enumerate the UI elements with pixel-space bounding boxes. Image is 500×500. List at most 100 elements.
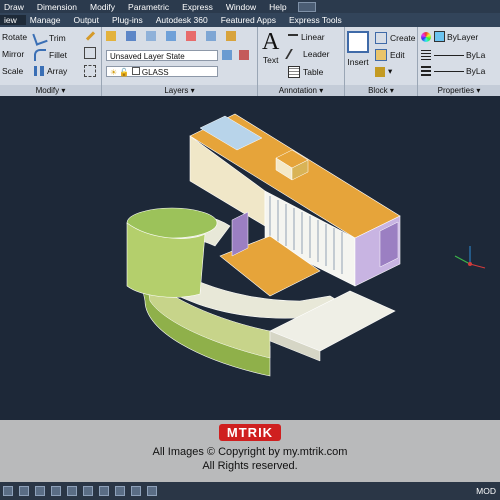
scale-label: Scale	[2, 66, 24, 76]
lineweight-control[interactable]: ByLa	[421, 66, 500, 76]
tab-plugins[interactable]: Plug-ins	[108, 15, 152, 25]
layer-tools-row[interactable]	[106, 31, 239, 41]
tab-view[interactable]: iew	[0, 15, 26, 25]
tab-express-tools[interactable]: Express Tools	[285, 15, 351, 25]
edit-button[interactable]: Edit	[375, 49, 405, 61]
menu-parametric[interactable]: Parametric	[124, 2, 178, 12]
table-button[interactable]: Table	[288, 66, 323, 78]
layers-panel: Unsaved Layer State ☀ 🔓 GLASS Layers ▾	[102, 27, 258, 96]
menu-bar: Draw Dimension Modify Parametric Express…	[0, 0, 500, 13]
table-label: Table	[303, 67, 324, 77]
linear-label: Linear	[301, 32, 325, 42]
ribbon: Rotate Mirror Scale Trim Fillet Array Mo…	[0, 27, 500, 96]
block-attributes-button[interactable]: ▾	[375, 66, 392, 77]
linetype-icon	[421, 50, 431, 60]
modify-panel: Rotate Mirror Scale Trim Fillet Array Mo…	[0, 27, 102, 96]
fillet-button[interactable]: Fillet	[34, 49, 67, 61]
insert-label: Insert	[347, 57, 369, 67]
layers-panel-title[interactable]: Layers ▾	[102, 85, 257, 96]
modify-panel-title[interactable]: Modify ▾	[0, 85, 101, 96]
drawing-viewport[interactable]	[0, 96, 500, 420]
menu-draw[interactable]: Draw	[0, 2, 33, 12]
linetype-value: ByLa	[466, 50, 486, 60]
menu-help[interactable]: Help	[265, 2, 295, 12]
color-control[interactable]: ByLayer	[421, 31, 478, 42]
layer-lock-icon	[226, 31, 236, 41]
layer-off-icon	[146, 31, 156, 41]
ribbon-toggle-icon[interactable]	[297, 1, 316, 12]
text-icon: A	[262, 29, 280, 55]
dyn-icon[interactable]	[115, 486, 125, 496]
lineweight-value: ByLa	[466, 66, 486, 76]
copyright-line: All Images © Copyright by my.mtrik.com	[152, 446, 348, 458]
mtrik-logo: MTRIK	[218, 424, 282, 441]
properties-panel: ByLayer ByLa ByLa Properties ▾	[418, 27, 500, 96]
linetype-line	[434, 54, 464, 56]
create-button[interactable]: Create	[375, 32, 416, 44]
rights-line: All Rights reserved.	[202, 460, 298, 472]
ortho-icon[interactable]	[35, 486, 45, 496]
grid-icon[interactable]	[19, 486, 29, 496]
array-button[interactable]: Array	[34, 66, 67, 76]
rotate-button[interactable]: Rotate	[2, 32, 27, 42]
tab-autodesk-360[interactable]: Autodesk 360	[152, 15, 217, 25]
tab-output[interactable]: Output	[69, 15, 108, 25]
menu-window[interactable]: Window	[222, 2, 265, 12]
block-panel: Insert Create Edit ▾ Block ▾	[345, 27, 418, 96]
modify-tools-grid[interactable]	[84, 31, 99, 77]
snap-icon[interactable]	[3, 486, 13, 496]
current-layer-value: GLASS	[141, 68, 169, 77]
edit-label: Edit	[390, 50, 405, 60]
tab-manage[interactable]: Manage	[26, 15, 70, 25]
layer-color-swatch	[131, 67, 140, 75]
annotation-panel: A Text Linear Leader Table Annotation ▾	[258, 27, 345, 96]
annotation-panel-title[interactable]: Annotation ▾	[258, 85, 344, 96]
ducs-icon[interactable]	[99, 486, 109, 496]
lineweight-toggle-icon[interactable]	[131, 486, 141, 496]
color-swatch	[434, 31, 445, 42]
osnap-icon[interactable]	[67, 486, 77, 496]
current-layer-select[interactable]: ☀ 🔓 GLASS	[106, 66, 218, 77]
menu-dimension[interactable]: Dimension	[33, 2, 86, 12]
layer-freeze-icon	[206, 31, 216, 41]
menu-express[interactable]: Express	[178, 2, 222, 12]
array-label: Array	[47, 66, 68, 76]
linear-button[interactable]: Linear	[288, 32, 325, 42]
array-icon	[34, 66, 44, 76]
transparency-icon[interactable]	[147, 486, 157, 496]
insert-button[interactable]: Insert	[347, 31, 369, 67]
model-space-toggle[interactable]: MOD	[476, 486, 496, 496]
sun-icon: ☀	[110, 68, 118, 77]
scale-button[interactable]: Scale	[2, 66, 23, 76]
status-bar: MOD	[0, 482, 500, 500]
mirror-button[interactable]: Mirror	[2, 49, 24, 59]
otrack-icon[interactable]	[83, 486, 93, 496]
create-label: Create	[390, 33, 416, 43]
tab-featured-apps[interactable]: Featured Apps	[217, 15, 285, 25]
text-button[interactable]: A Text	[262, 29, 279, 65]
layer-state-icon	[126, 31, 136, 41]
trim-icon	[32, 30, 48, 46]
block-title-label: Block	[368, 86, 388, 95]
insert-icon	[347, 31, 369, 53]
layer-extra-icons[interactable]	[222, 50, 252, 60]
trim-label: Trim	[49, 33, 66, 43]
polar-icon[interactable]	[51, 486, 61, 496]
block-panel-title[interactable]: Block ▾	[345, 85, 417, 96]
color-value: ByLayer	[447, 31, 479, 42]
leader-button[interactable]: Leader	[285, 49, 330, 59]
layer-isolate-icon	[166, 31, 176, 41]
layer-state-select[interactable]: Unsaved Layer State	[106, 50, 218, 61]
menu-modify[interactable]: Modify	[86, 2, 124, 12]
fillet-icon	[34, 49, 46, 61]
rotate-label: Rotate	[2, 32, 28, 42]
properties-panel-title[interactable]: Properties ▾	[418, 85, 500, 96]
linetype-control[interactable]: ByLa	[421, 50, 500, 60]
layer-properties-icon	[106, 31, 116, 41]
create-block-icon	[375, 32, 387, 44]
properties-title-label: Properties	[437, 86, 475, 95]
attribute-icon	[375, 66, 385, 77]
ribbon-tabs: iew Manage Output Plug-ins Autodesk 360 …	[0, 13, 500, 27]
leader-label: Leader	[303, 49, 330, 59]
trim-button[interactable]: Trim	[32, 30, 66, 46]
